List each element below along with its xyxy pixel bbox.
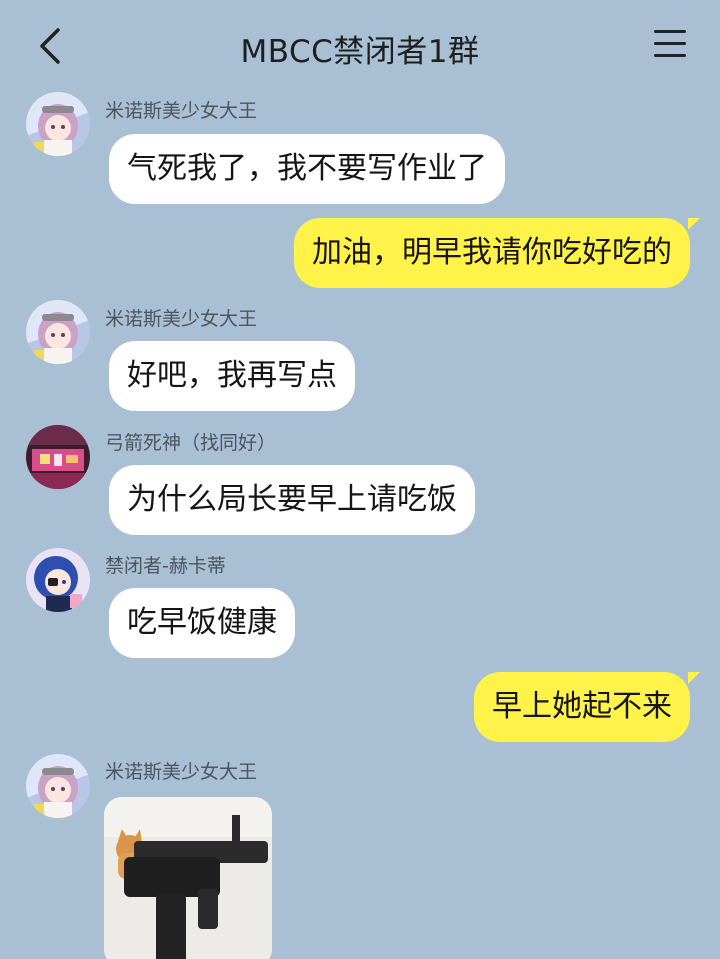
sender-name: 弓箭死神（找同好） <box>105 432 277 454</box>
bubble-tail <box>688 672 700 684</box>
avatar[interactable] <box>26 300 90 364</box>
avatar[interactable] <box>26 425 90 489</box>
avatar[interactable] <box>26 754 90 818</box>
message-bubble-received[interactable]: 吃早饭健康 <box>109 588 295 658</box>
hamburger-menu-icon <box>652 30 688 57</box>
message-bubble-received[interactable]: 为什么局长要早上请吃饭 <box>109 465 475 535</box>
message-bubble-sent[interactable]: 加油，明早我请你吃好吃的 <box>294 218 690 288</box>
message-bubble-received[interactable]: 好吧，我再写点 <box>109 341 355 411</box>
avatar[interactable] <box>26 92 90 156</box>
sender-name: 米诺斯美少女大王 <box>105 308 258 330</box>
chat-header: MBCC禁闭者1群 <box>0 0 720 92</box>
sender-name: 米诺斯美少女大王 <box>105 761 258 783</box>
menu-button[interactable] <box>652 30 688 62</box>
bubble-tail <box>688 218 700 230</box>
message-bubble-received[interactable]: 气死我了，我不要写作业了 <box>109 134 505 204</box>
image-message[interactable] <box>104 797 272 959</box>
sender-name: 米诺斯美少女大王 <box>105 100 258 122</box>
sender-name: 禁闭者-赫卡蒂 <box>105 555 226 577</box>
page-title: MBCC禁闭者1群 <box>240 34 480 70</box>
message-bubble-sent[interactable]: 早上她起不来 <box>474 672 690 742</box>
avatar[interactable] <box>26 548 90 612</box>
